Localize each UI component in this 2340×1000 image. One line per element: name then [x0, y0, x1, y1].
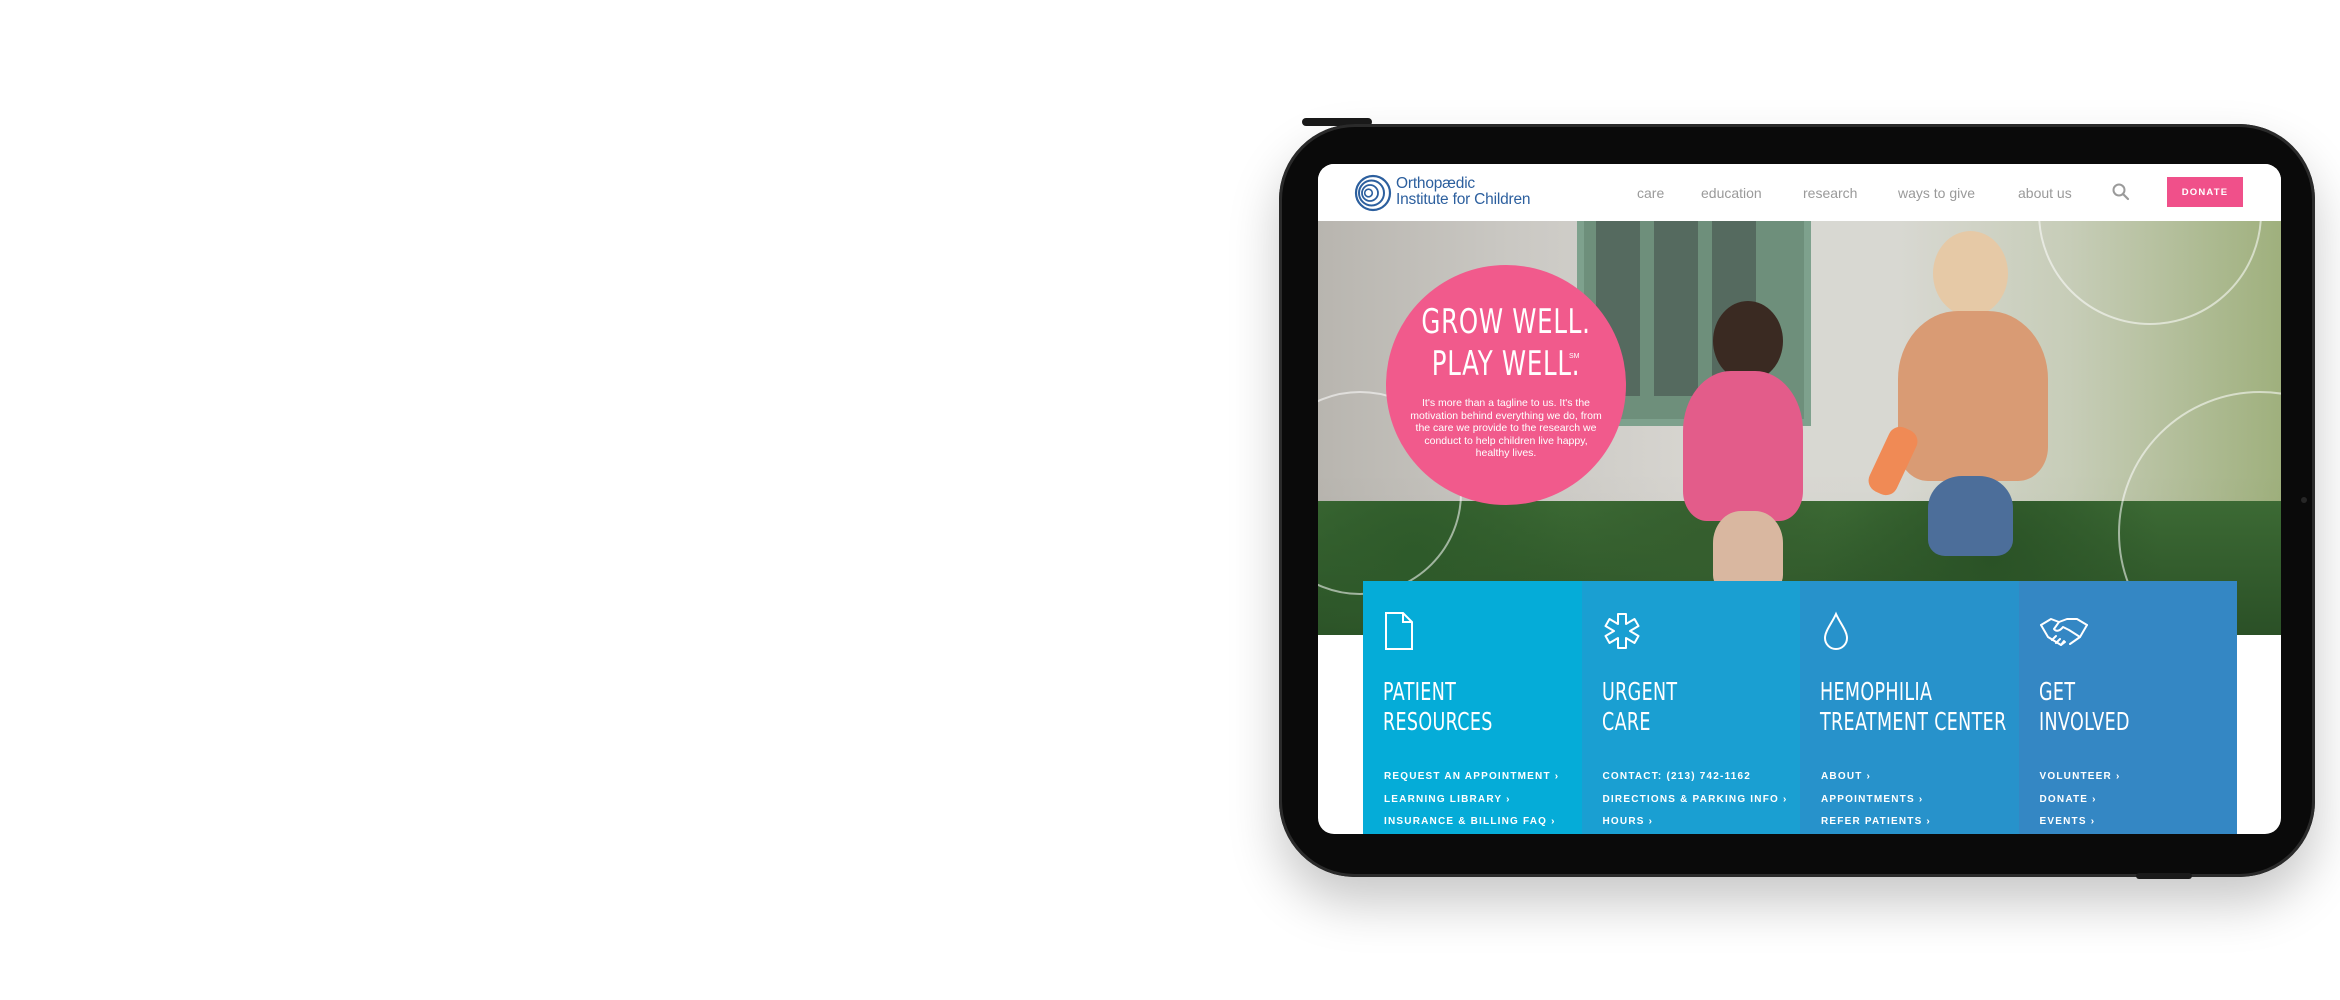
nav-about-us[interactable]: about us: [2018, 185, 2072, 201]
link-appointments[interactable]: APPOINTMENTS ›: [1821, 789, 1931, 812]
tablet-camera: [2301, 497, 2307, 503]
concentric-circles-logo-icon[interactable]: [1353, 173, 1393, 213]
child-shorts-left: [1713, 511, 1783, 591]
link-learning-library[interactable]: LEARNING LIBRARY ›: [1384, 789, 1559, 812]
tablet-volume-button: [2136, 873, 2192, 879]
card-title-line1: URGENT: [1601, 677, 1677, 706]
card-links: VOLUNTEER › DONATE › EVENTS ›: [2040, 766, 2121, 834]
site-header: Orthopædic Institute for Children care e…: [1318, 164, 2281, 221]
nav-research[interactable]: research: [1803, 185, 1857, 201]
link-refer-patients[interactable]: REFER PATIENTS ›: [1821, 811, 1931, 834]
nav-education[interactable]: education: [1701, 185, 1762, 201]
card-title[interactable]: GET INVOLVED: [2039, 677, 2130, 737]
card-title-line1: GET: [2038, 677, 2075, 706]
link-request-appointment[interactable]: REQUEST AN APPOINTMENT ›: [1384, 766, 1559, 789]
card-title[interactable]: PATIENT RESOURCES: [1383, 677, 1493, 737]
link-insurance-billing-faq[interactable]: INSURANCE & BILLING FAQ ›: [1384, 811, 1559, 834]
card-get-involved: GET INVOLVED VOLUNTEER › DONATE › EVENTS…: [2018, 581, 2237, 834]
card-links: REQUEST AN APPOINTMENT › LEARNING LIBRAR…: [1384, 766, 1559, 834]
service-mark: SM: [1569, 353, 1580, 360]
tablet-screen: Orthopædic Institute for Children care e…: [1318, 164, 2281, 834]
link-about[interactable]: ABOUT ›: [1821, 766, 1931, 789]
card-urgent-care: URGENT CARE CONTACT: (213) 742-1162 DIRE…: [1581, 581, 1800, 834]
card-links: CONTACT: (213) 742-1162 DIRECTIONS & PAR…: [1603, 766, 1788, 834]
child-dress-left: [1683, 371, 1803, 521]
card-title-line2: CARE: [1601, 707, 1651, 736]
tagline-circle: GROW WELL. PLAY WELL. SM It's more than …: [1386, 265, 1626, 505]
nav-care[interactable]: care: [1637, 185, 1664, 201]
child-head-right: [1933, 231, 2008, 316]
child-dress-right: [1898, 311, 2048, 481]
card-title-line1: HEMOPHILIA: [1820, 677, 1933, 706]
decorative-ring-top: [2038, 221, 2262, 325]
card-title-line2: TREATMENT CENTER: [1820, 707, 2007, 736]
hero-banner: GROW WELL. PLAY WELL. SM It's more than …: [1318, 221, 2281, 635]
droplet-icon: [1823, 611, 1849, 650]
link-events[interactable]: EVENTS ›: [2040, 811, 2121, 834]
service-cards: PATIENT RESOURCES REQUEST AN APPOINTMENT…: [1363, 581, 2237, 834]
link-contact-phone[interactable]: CONTACT: (213) 742-1162: [1603, 766, 1788, 789]
tagline-headline-1: GROW WELL.: [1421, 302, 1591, 342]
medical-asterisk-icon: [1604, 613, 1639, 649]
card-title[interactable]: HEMOPHILIA TREATMENT CENTER: [1820, 677, 2007, 737]
tagline-headline-2: PLAY WELL.: [1431, 344, 1581, 384]
card-title-line2: RESOURCES: [1383, 707, 1493, 736]
tagline-body: It's more than a tagline to us. It's the…: [1410, 397, 1602, 459]
link-hours[interactable]: HOURS ›: [1603, 811, 1788, 834]
card-links: ABOUT › APPOINTMENTS › REFER PATIENTS ›: [1821, 766, 1931, 834]
donate-button[interactable]: DONATE: [2167, 177, 2243, 207]
handshake-icon: [2039, 618, 2088, 646]
link-donate[interactable]: DONATE ›: [2040, 789, 2121, 812]
link-volunteer[interactable]: VOLUNTEER ›: [2040, 766, 2121, 789]
card-title[interactable]: URGENT CARE: [1602, 677, 1677, 737]
search-icon[interactable]: [2111, 182, 2131, 202]
nav-ways-to-give[interactable]: ways to give: [1898, 185, 1975, 201]
child-head-left: [1713, 301, 1783, 381]
document-icon: [1385, 612, 1413, 650]
card-title-line1: PATIENT: [1383, 677, 1457, 706]
card-patient-resources: PATIENT RESOURCES REQUEST AN APPOINTMENT…: [1363, 581, 1582, 834]
link-directions-parking[interactable]: DIRECTIONS & PARKING INFO ›: [1603, 789, 1788, 812]
brand-name-line2[interactable]: Institute for Children: [1396, 191, 1531, 209]
child-shorts-right: [1928, 476, 2013, 556]
card-title-line2: INVOLVED: [2038, 707, 2130, 736]
card-hemophilia-treatment-center: HEMOPHILIA TREATMENT CENTER ABOUT › APPO…: [1800, 581, 2019, 834]
